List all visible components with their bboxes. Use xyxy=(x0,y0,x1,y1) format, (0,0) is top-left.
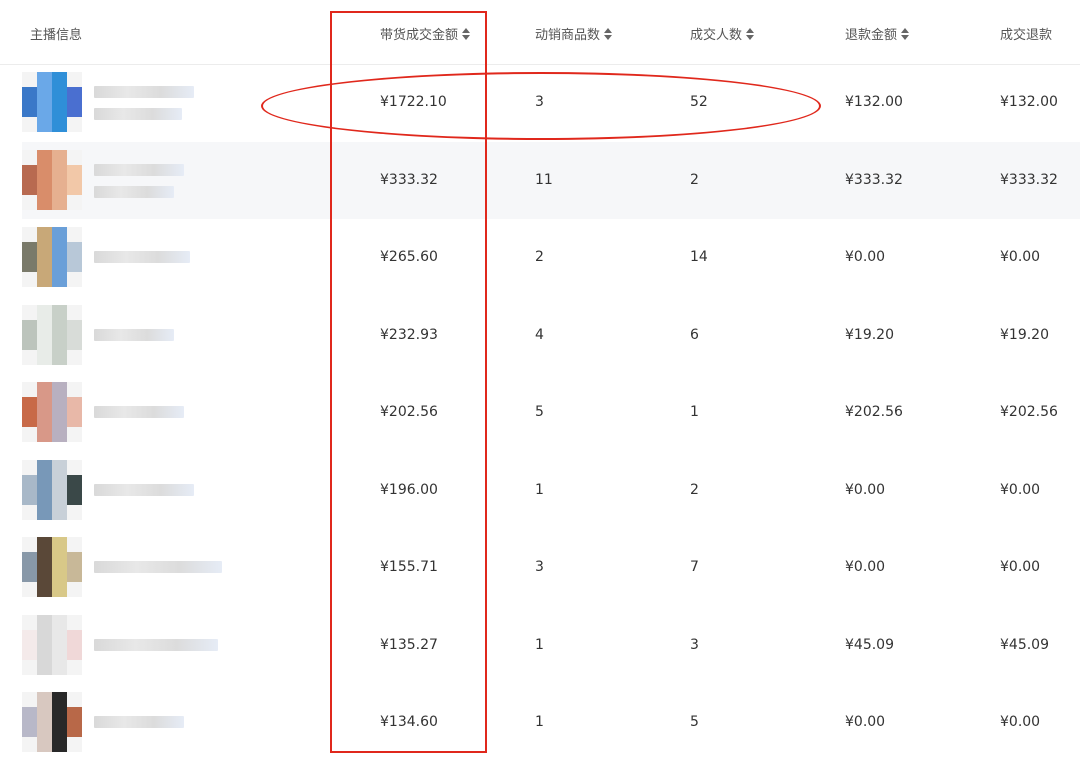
anchor-name-blurred xyxy=(94,638,218,651)
header-anchor-label: 主播信息 xyxy=(30,28,83,43)
avatar xyxy=(22,227,82,287)
cell-gmv: ¥196.00 xyxy=(380,481,438,498)
cell-refund: ¥19.20 xyxy=(845,326,894,343)
cell-products: 1 xyxy=(535,714,544,730)
cell-refund: ¥333.32 xyxy=(845,171,903,188)
avatar xyxy=(22,72,82,132)
cell-products: 4 xyxy=(535,326,544,343)
anchor-name-blurred xyxy=(94,328,174,341)
cell-gmv: ¥1722.10 xyxy=(380,94,447,110)
cell-gmv: ¥333.32 xyxy=(380,171,438,188)
cell-buyers: 52 xyxy=(690,94,708,110)
header-refund[interactable]: 退款金额 xyxy=(845,0,910,64)
cell-gmv: ¥265.60 xyxy=(380,249,438,265)
table-row[interactable]: ¥232.93 4 6 ¥19.20 ¥19.20 xyxy=(0,297,1080,374)
anchor-name-blurred xyxy=(94,483,194,496)
table-header: 主播信息 带货成交金额 动销商品数 成交人数 退款金额 成交退款 xyxy=(0,0,1080,65)
cell-deal-refund: ¥0.00 xyxy=(1000,481,1041,498)
sort-icon[interactable] xyxy=(901,27,910,40)
header-refund-label: 退款金额 xyxy=(845,28,898,43)
cell-gmv: ¥155.71 xyxy=(380,559,438,575)
cell-deal-refund: ¥0.00 xyxy=(1000,249,1041,265)
header-gmv[interactable]: 带货成交金额 xyxy=(380,0,471,64)
cell-gmv: ¥135.27 xyxy=(380,636,438,653)
cell-gmv: ¥232.93 xyxy=(380,326,438,343)
cell-buyers: 2 xyxy=(690,171,699,188)
table-row[interactable]: ¥265.60 2 14 ¥0.00 ¥0.00 xyxy=(0,219,1080,296)
cell-buyers: 2 xyxy=(690,481,699,498)
cell-products: 5 xyxy=(535,404,544,420)
cell-products: 3 xyxy=(535,559,544,575)
sort-icon[interactable] xyxy=(604,27,613,40)
anchor-subtitle-blurred xyxy=(94,108,182,120)
cell-buyers: 5 xyxy=(690,714,699,730)
cell-refund: ¥202.56 xyxy=(845,404,903,420)
cell-buyers: 14 xyxy=(690,249,708,265)
cell-deal-refund: ¥333.32 xyxy=(1000,171,1058,188)
cell-refund: ¥0.00 xyxy=(845,714,886,730)
table-row[interactable]: ¥135.27 1 3 ¥45.09 ¥45.09 xyxy=(0,607,1080,684)
anchor-subtitle-blurred xyxy=(94,185,174,198)
cell-products: 11 xyxy=(535,171,553,188)
avatar xyxy=(22,459,82,520)
table-row[interactable]: ¥196.00 1 2 ¥0.00 ¥0.00 xyxy=(0,452,1080,529)
header-products-label: 动销商品数 xyxy=(535,28,601,43)
anchor-name-blurred xyxy=(94,716,184,728)
table-row[interactable]: ¥1722.10 3 52 ¥132.00 ¥132.00 xyxy=(0,64,1080,141)
cell-deal-refund: ¥0.00 xyxy=(1000,714,1041,730)
header-deal-refund[interactable]: 成交退款 xyxy=(1000,0,1052,64)
table-row[interactable]: ¥333.32 11 2 ¥333.32 ¥333.32 xyxy=(22,141,1080,219)
cell-deal-refund: ¥19.20 xyxy=(1000,326,1049,343)
avatar xyxy=(22,149,82,210)
cell-deal-refund: ¥45.09 xyxy=(1000,636,1049,653)
cell-products: 2 xyxy=(535,249,544,265)
sort-icon[interactable] xyxy=(746,27,755,40)
avatar xyxy=(22,614,82,675)
table-row[interactable]: ¥202.56 5 1 ¥202.56 ¥202.56 xyxy=(0,374,1080,451)
cell-buyers: 6 xyxy=(690,326,699,343)
avatar xyxy=(22,692,82,752)
avatar xyxy=(22,382,82,442)
cell-buyers: 1 xyxy=(690,404,699,420)
avatar xyxy=(22,537,82,597)
anchor-name-blurred xyxy=(94,251,190,263)
cell-refund: ¥0.00 xyxy=(845,249,886,265)
cell-products: 1 xyxy=(535,481,544,498)
cell-gmv: ¥202.56 xyxy=(380,404,438,420)
table-row[interactable]: ¥155.71 3 7 ¥0.00 ¥0.00 xyxy=(0,529,1080,606)
cell-products: 3 xyxy=(535,94,544,110)
table-row[interactable]: ¥134.60 1 5 ¥0.00 ¥0.00 xyxy=(0,684,1080,761)
sort-icon[interactable] xyxy=(462,27,471,40)
anchor-name-blurred xyxy=(94,86,194,98)
cell-deal-refund: ¥132.00 xyxy=(1000,94,1058,110)
cell-refund: ¥132.00 xyxy=(845,94,903,110)
header-products[interactable]: 动销商品数 xyxy=(535,0,613,64)
header-anchor-info: 主播信息 xyxy=(30,0,82,64)
anchor-name-blurred xyxy=(94,561,222,573)
cell-buyers: 7 xyxy=(690,559,699,575)
cell-products: 1 xyxy=(535,636,544,653)
header-buyers-label: 成交人数 xyxy=(690,28,743,43)
header-gmv-label: 带货成交金额 xyxy=(380,28,459,43)
cell-deal-refund: ¥0.00 xyxy=(1000,559,1041,575)
header-deal-refund-label: 成交退款 xyxy=(1000,28,1053,43)
cell-refund: ¥45.09 xyxy=(845,636,894,653)
cell-deal-refund: ¥202.56 xyxy=(1000,404,1058,420)
cell-buyers: 3 xyxy=(690,636,699,653)
header-buyers[interactable]: 成交人数 xyxy=(690,0,755,64)
cell-gmv: ¥134.60 xyxy=(380,714,438,730)
anchor-name-blurred xyxy=(94,406,184,418)
cell-refund: ¥0.00 xyxy=(845,559,886,575)
avatar xyxy=(22,304,82,365)
anchor-name-blurred xyxy=(94,163,184,176)
cell-refund: ¥0.00 xyxy=(845,481,886,498)
